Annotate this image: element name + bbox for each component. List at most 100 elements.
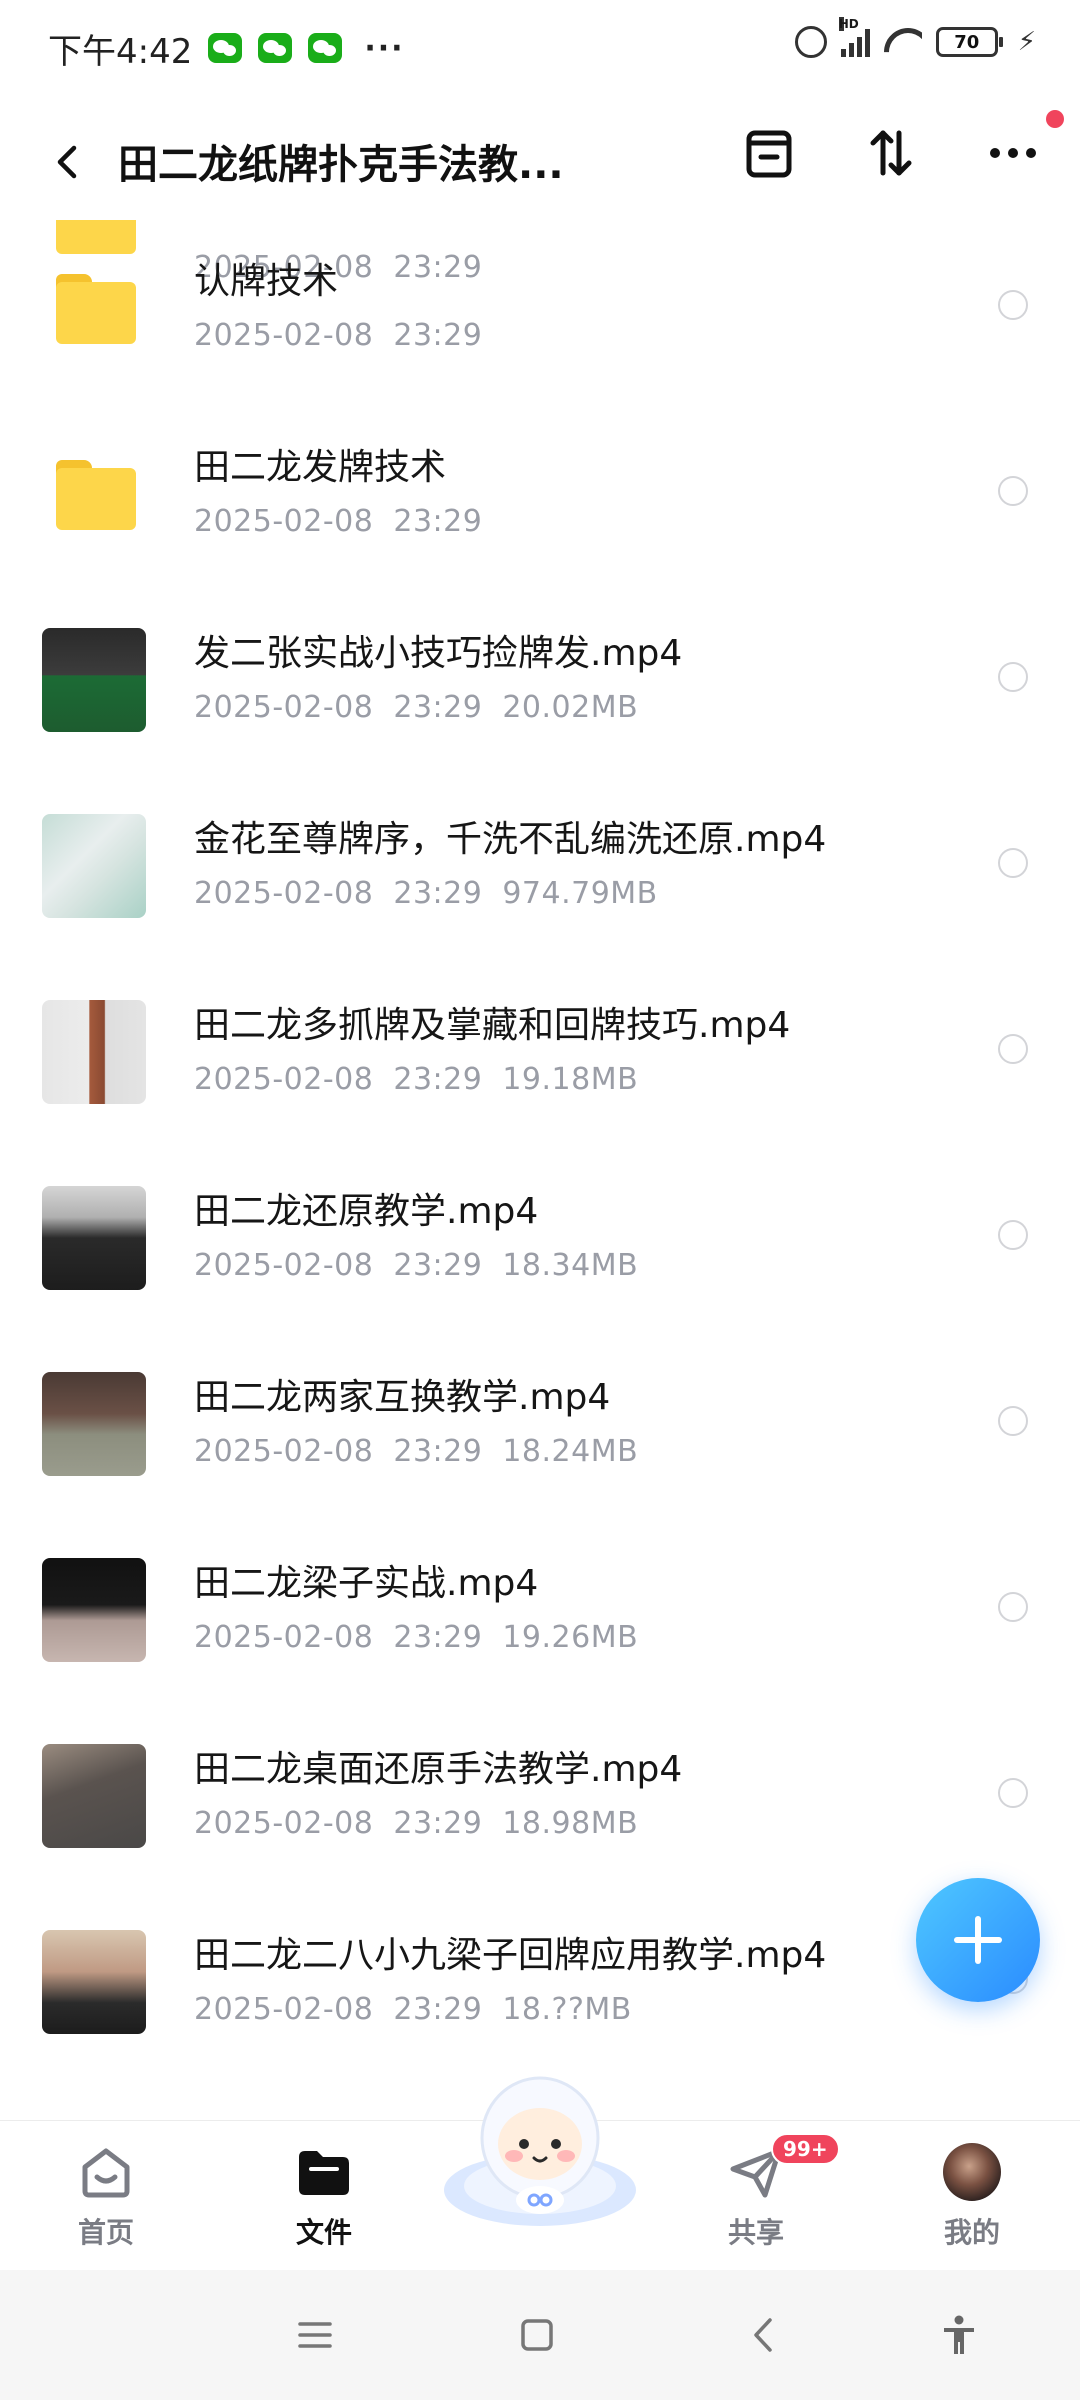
file-time: 23:29 [393,318,483,353]
home-icon [82,2148,130,2198]
file-date: 2025-02-08 [194,1806,374,1841]
file-name: 发二张实战小技巧捡牌发.mp4 [194,633,683,674]
list-item[interactable]: 田二龙桌面还原手法教学.mp4 2025-02-08 23:29 18.98MB [0,1700,1080,1886]
select-checkbox[interactable] [998,662,1028,692]
send-icon-wrap: 99+ [725,2133,840,2203]
wechat-notification-icon [258,33,293,63]
file-size: 20.02MB [502,690,639,725]
list-item[interactable]: 田二龙二八小九梁子回牌应用教学.mp4 2025-02-08 23:29 18.??… [0,1886,1080,2072]
file-meta: 2025-02-08 23:29 18.98MB [194,1806,658,1841]
nav-files[interactable]: 文件 [234,2121,414,2271]
file-meta: 2025-02-08 23:29 18.34MB [194,1248,658,1283]
status-indicators: HD 70 ⚡ [794,17,1036,58]
status-bar: 下午4:42 ··· HD 70 ⚡ [0,0,1080,96]
system-nav-bar [0,2270,1080,2400]
select-checkbox[interactable] [998,1778,1028,1808]
wifi-icon [884,28,922,56]
file-size: 18.??MB [502,1992,632,2027]
file-name: 田二龙梁子实战.mp4 [194,1563,539,1604]
select-checkbox[interactable] [998,290,1028,320]
file-time: 23:29 [393,1806,483,1841]
sort-icon [870,130,912,176]
file-date: 2025-02-08 [194,1992,374,2027]
folder-icon [299,2151,349,2195]
list-item[interactable]: 认牌技术 2025-02-08 23:29 [0,220,1080,398]
folder-icon [56,274,136,344]
file-date: 2025-02-08 [194,504,374,539]
file-size: 19.26MB [502,1620,639,1655]
plus-icon [954,1916,1002,1964]
video-thumbnail [42,1558,146,1662]
file-name: 认牌技术 [194,261,339,302]
nav-label: 文件 [295,2216,352,2249]
file-list[interactable]: 2025-02-08 23:29 认牌技术 2025-02-08 23:29 田二龙… [0,220,1080,2120]
select-checkbox[interactable] [998,1592,1028,1622]
file-date: 2025-02-08 [194,690,374,725]
nav-label: 共享 [727,2216,784,2249]
notification-dot [1046,110,1064,128]
home-button-icon[interactable] [514,2312,560,2358]
file-name: 田二龙桌面还原手法教学.mp4 [194,1749,683,1790]
back-nav-icon[interactable] [742,2312,788,2358]
archive-icon [746,130,792,178]
list-item[interactable]: 田二龙多抓牌及掌藏和回牌技巧.mp4 2025-02-08 23:29 19.18M… [0,956,1080,1142]
select-checkbox[interactable] [998,848,1028,878]
list-item[interactable]: 田二龙梁子实战.mp4 2025-02-08 23:29 19.26MB [0,1514,1080,1700]
file-size: 18.24MB [502,1434,639,1469]
signal-icon: HD [838,17,870,57]
select-checkbox[interactable] [998,1220,1028,1250]
back-icon[interactable] [48,142,88,182]
network-label: HD [838,17,859,31]
file-size: 18.34MB [502,1248,639,1283]
header: 田二龙纸牌扑克手法教... [0,96,1080,232]
more-notifications-icon: ··· [364,30,405,66]
file-meta: 2025-02-08 23:29 18.24MB [194,1434,658,1469]
file-name: 金花至尊牌序，千洗不乱编洗还原.mp4 [194,819,827,860]
nav-label: 我的 [943,2216,1000,2249]
nav-label: 首页 [77,2216,134,2249]
file-time: 23:29 [393,1434,483,1469]
file-name: 田二龙发牌技术 [194,447,447,488]
file-time: 23:29 [393,690,483,725]
folder-icon [56,460,136,530]
add-button[interactable] [916,1878,1040,2002]
list-item[interactable]: 发二张实战小技巧捡牌发.mp4 2025-02-08 23:29 20.02MB [0,584,1080,770]
nav-share[interactable]: 99+ 共享 [666,2121,846,2271]
file-size: 19.18MB [502,1062,639,1097]
header-actions [738,110,1064,184]
file-time: 23:29 [393,1620,483,1655]
charging-icon: ⚡ [1017,27,1036,57]
menu-icon[interactable] [292,2312,338,2358]
video-thumbnail [42,1744,146,1848]
file-date: 2025-02-08 [194,1062,374,1097]
file-meta: 2025-02-08 23:29 [194,318,502,353]
file-meta: 2025-02-08 23:29 [194,504,502,539]
more-button[interactable] [982,110,1064,184]
file-name: 田二龙还原教学.mp4 [194,1191,539,1232]
video-thumbnail [42,1000,146,1104]
file-time: 23:29 [393,1062,483,1097]
status-time: 下午4:42 [48,31,193,72]
file-meta: 2025-02-08 23:29 19.18MB [194,1062,658,1097]
select-checkbox[interactable] [998,476,1028,506]
file-meta: 2025-02-08 23:29 19.26MB [194,1620,658,1655]
select-checkbox[interactable] [998,1034,1028,1064]
video-thumbnail [42,1930,146,2034]
video-thumbnail [42,1186,146,1290]
video-thumbnail [42,814,146,918]
accessibility-icon[interactable] [936,2312,982,2358]
file-meta: 2025-02-08 23:29 18.??MB [194,1992,652,2027]
list-item[interactable]: 金花至尊牌序，千洗不乱编洗还原.mp4 2025-02-08 23:29 974.7… [0,770,1080,956]
nav-home[interactable]: 首页 [16,2121,196,2271]
mascot-assistant-icon[interactable] [440,2060,640,2230]
file-time: 23:29 [393,1248,483,1283]
list-item[interactable]: 田二龙还原教学.mp4 2025-02-08 23:29 18.34MB [0,1142,1080,1328]
list-item[interactable]: 田二龙发牌技术 2025-02-08 23:29 [0,398,1080,584]
nav-profile[interactable]: 我的 [882,2121,1062,2271]
select-checkbox[interactable] [998,1406,1028,1436]
list-item[interactable]: 田二龙两家互换教学.mp4 2025-02-08 23:29 18.24MB [0,1328,1080,1514]
file-date: 2025-02-08 [194,1434,374,1469]
archive-button[interactable] [738,122,800,184]
sort-button[interactable] [860,122,922,184]
share-badge: 99+ [771,2133,840,2165]
